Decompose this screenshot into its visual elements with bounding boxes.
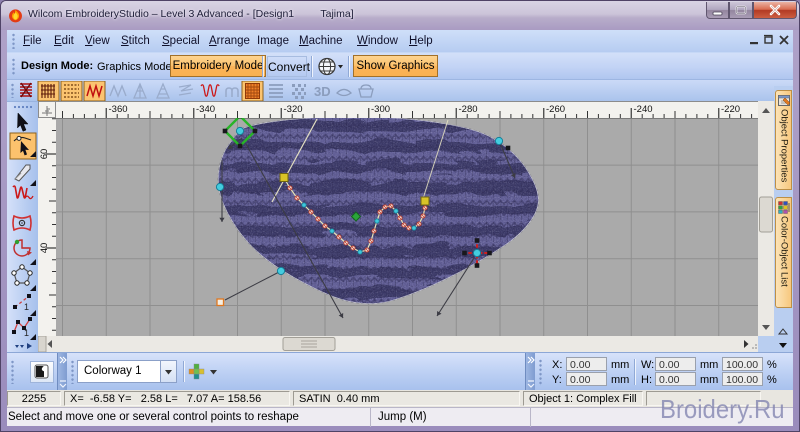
svg-text:-340: -340 (196, 104, 215, 115)
svg-text:1: 1 (24, 328, 29, 338)
svg-text:-360: -360 (109, 104, 128, 115)
svg-text:-300: -300 (371, 104, 390, 115)
svg-text:-240: -240 (634, 104, 653, 115)
svg-text:-260: -260 (546, 104, 565, 115)
svg-text:-220: -220 (721, 104, 740, 115)
svg-text:-320: -320 (284, 104, 303, 115)
svg-text:40: 40 (39, 243, 50, 254)
svg-text:60: 60 (39, 149, 50, 160)
svg-text:1: 1 (24, 302, 29, 312)
svg-text:3D: 3D (314, 84, 331, 99)
svg-text:-280: -280 (459, 104, 478, 115)
